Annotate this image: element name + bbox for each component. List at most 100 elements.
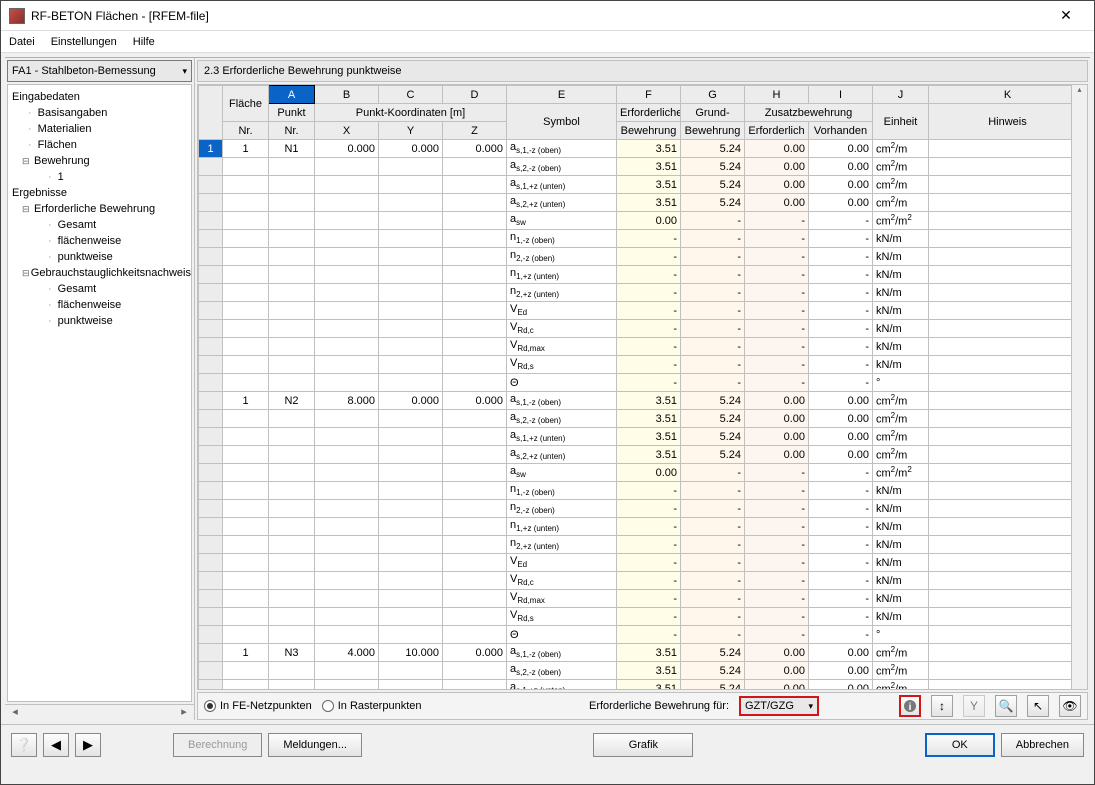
design-situation-combo[interactable]: GZT/GZG (739, 696, 819, 716)
table-row[interactable]: VEd----kN/m (199, 302, 1087, 320)
row-header[interactable] (199, 320, 223, 338)
row-header[interactable] (199, 194, 223, 212)
table-row[interactable]: VRd,s----kN/m (199, 356, 1087, 374)
pick-button[interactable]: ↖ (1027, 695, 1049, 717)
nav-tree[interactable]: Eingabedaten Basisangaben Materialien Fl… (7, 84, 192, 702)
row-header[interactable] (199, 536, 223, 554)
table-row[interactable]: n2,+z (unten)----kN/m (199, 284, 1087, 302)
close-button[interactable]: ✕ (1046, 7, 1086, 24)
row-header[interactable]: 1 (199, 140, 223, 158)
table-row[interactable]: as,1,+z (unten)3.515.240.000.00cm2/m (199, 428, 1087, 446)
row-header[interactable] (199, 158, 223, 176)
row-header[interactable] (199, 464, 223, 482)
table-row[interactable]: Θ----° (199, 626, 1087, 644)
table-row[interactable]: n1,+z (unten)----kN/m (199, 518, 1087, 536)
row-header[interactable] (199, 554, 223, 572)
row-header[interactable] (199, 374, 223, 392)
table-row[interactable]: Θ----° (199, 374, 1087, 392)
find-button[interactable]: 🔍 (995, 695, 1017, 717)
row-header[interactable] (199, 518, 223, 536)
table-row[interactable]: asw0.00---cm2/m2 (199, 464, 1087, 482)
table-row[interactable]: VEd----kN/m (199, 554, 1087, 572)
table-row[interactable]: n1,+z (unten)----kN/m (199, 266, 1087, 284)
menu-help[interactable]: Hilfe (133, 36, 155, 48)
vertical-scrollbar[interactable] (1071, 85, 1087, 689)
row-header[interactable] (199, 212, 223, 230)
table-row[interactable]: 11N10.0000.0000.000as,1,-z (oben)3.515.2… (199, 140, 1087, 158)
table-row[interactable]: n2,-z (oben)----kN/m (199, 248, 1087, 266)
row-header[interactable] (199, 500, 223, 518)
tree-hscroll[interactable]: ◂▸ (5, 704, 194, 720)
row-header[interactable] (199, 248, 223, 266)
menu-file[interactable]: Datei (9, 36, 35, 48)
prev-button[interactable]: ◀ (43, 733, 69, 757)
table-row[interactable]: VRd,max----kN/m (199, 590, 1087, 608)
tree-req-reinf[interactable]: ⊟Erforderliche Bewehrung (8, 201, 191, 217)
row-header[interactable] (199, 590, 223, 608)
row-header[interactable] (199, 176, 223, 194)
row-header[interactable] (199, 446, 223, 464)
next-button[interactable]: ▶ (75, 733, 101, 757)
tree-results[interactable]: Ergebnisse (8, 185, 191, 201)
table-row[interactable]: as,1,+z (unten)3.515.240.000.00cm2/m (199, 176, 1087, 194)
table-row[interactable]: VRd,s----kN/m (199, 608, 1087, 626)
row-header[interactable] (199, 284, 223, 302)
tree-serv-point[interactable]: punktweise (8, 313, 191, 329)
view-button[interactable]: 👁 (1059, 695, 1081, 717)
graphic-button[interactable]: Grafik (593, 733, 693, 757)
calculate-button[interactable]: Berechnung (173, 733, 262, 757)
tree-req-total[interactable]: Gesamt (8, 217, 191, 233)
radio-fe-points[interactable]: In FE-Netzpunkten (204, 700, 312, 712)
radio-raster-points[interactable]: In Rasterpunkten (322, 700, 422, 712)
row-header[interactable] (199, 392, 223, 410)
cancel-button[interactable]: Abbrechen (1001, 733, 1084, 757)
row-header[interactable] (199, 608, 223, 626)
row-header[interactable] (199, 662, 223, 680)
row-header[interactable] (199, 482, 223, 500)
row-header[interactable] (199, 230, 223, 248)
row-header[interactable] (199, 266, 223, 284)
filter-button[interactable]: Y (963, 695, 985, 717)
row-header[interactable] (199, 428, 223, 446)
table-row[interactable]: n2,+z (unten)----kN/m (199, 536, 1087, 554)
table-row[interactable]: as,2,+z (unten)3.515.240.000.00cm2/m (199, 446, 1087, 464)
table-row[interactable]: n1,-z (oben)----kN/m (199, 482, 1087, 500)
table-row[interactable]: VRd,max----kN/m (199, 338, 1087, 356)
tree-input-data[interactable]: Eingabedaten (8, 89, 191, 105)
messages-button[interactable]: Meldungen... (268, 733, 362, 757)
table-row[interactable]: 1N34.00010.0000.000as,1,-z (oben)3.515.2… (199, 644, 1087, 662)
tree-serviceability[interactable]: ⊟Gebrauchstauglichkeitsnachweis (8, 265, 191, 281)
table-row[interactable]: as,2,-z (oben)3.515.240.000.00cm2/m (199, 662, 1087, 680)
tree-reinforcement-1[interactable]: 1 (8, 169, 191, 185)
tree-req-surface[interactable]: flächenweise (8, 233, 191, 249)
row-header[interactable] (199, 338, 223, 356)
row-header[interactable] (199, 680, 223, 691)
row-header[interactable] (199, 302, 223, 320)
table-row[interactable]: as,1,+z (unten)3.515.240.000.00cm2/m (199, 680, 1087, 691)
results-grid-wrap[interactable]: Fläche A B C D E F G H I J K (197, 84, 1088, 690)
table-row[interactable]: VRd,c----kN/m (199, 572, 1087, 590)
row-header[interactable] (199, 626, 223, 644)
ok-button[interactable]: OK (925, 733, 995, 757)
tree-serv-surface[interactable]: flächenweise (8, 297, 191, 313)
menu-settings[interactable]: Einstellungen (51, 36, 117, 48)
table-row[interactable]: as,2,+z (unten)3.515.240.000.00cm2/m (199, 194, 1087, 212)
table-row[interactable]: asw0.00---cm2/m2 (199, 212, 1087, 230)
row-header[interactable] (199, 410, 223, 428)
table-row[interactable]: n2,-z (oben)----kN/m (199, 500, 1087, 518)
tree-surfaces[interactable]: Flächen (8, 137, 191, 153)
help-button[interactable]: ❔ (11, 733, 37, 757)
table-row[interactable]: as,2,-z (oben)3.515.240.000.00cm2/m (199, 410, 1087, 428)
tree-reinforcement[interactable]: ⊟Bewehrung (8, 153, 191, 169)
tree-serv-total[interactable]: Gesamt (8, 281, 191, 297)
table-row[interactable]: 1N28.0000.0000.000as,1,-z (oben)3.515.24… (199, 392, 1087, 410)
info-button[interactable]: i (899, 695, 921, 717)
row-header[interactable] (199, 356, 223, 374)
table-row[interactable]: VRd,c----kN/m (199, 320, 1087, 338)
sort-button[interactable]: ↕ (931, 695, 953, 717)
load-case-combo[interactable]: FA1 - Stahlbeton-Bemessung (7, 60, 192, 82)
tree-materials[interactable]: Materialien (8, 121, 191, 137)
row-header[interactable] (199, 644, 223, 662)
table-row[interactable]: n1,-z (oben)----kN/m (199, 230, 1087, 248)
results-grid[interactable]: Fläche A B C D E F G H I J K (198, 85, 1087, 690)
